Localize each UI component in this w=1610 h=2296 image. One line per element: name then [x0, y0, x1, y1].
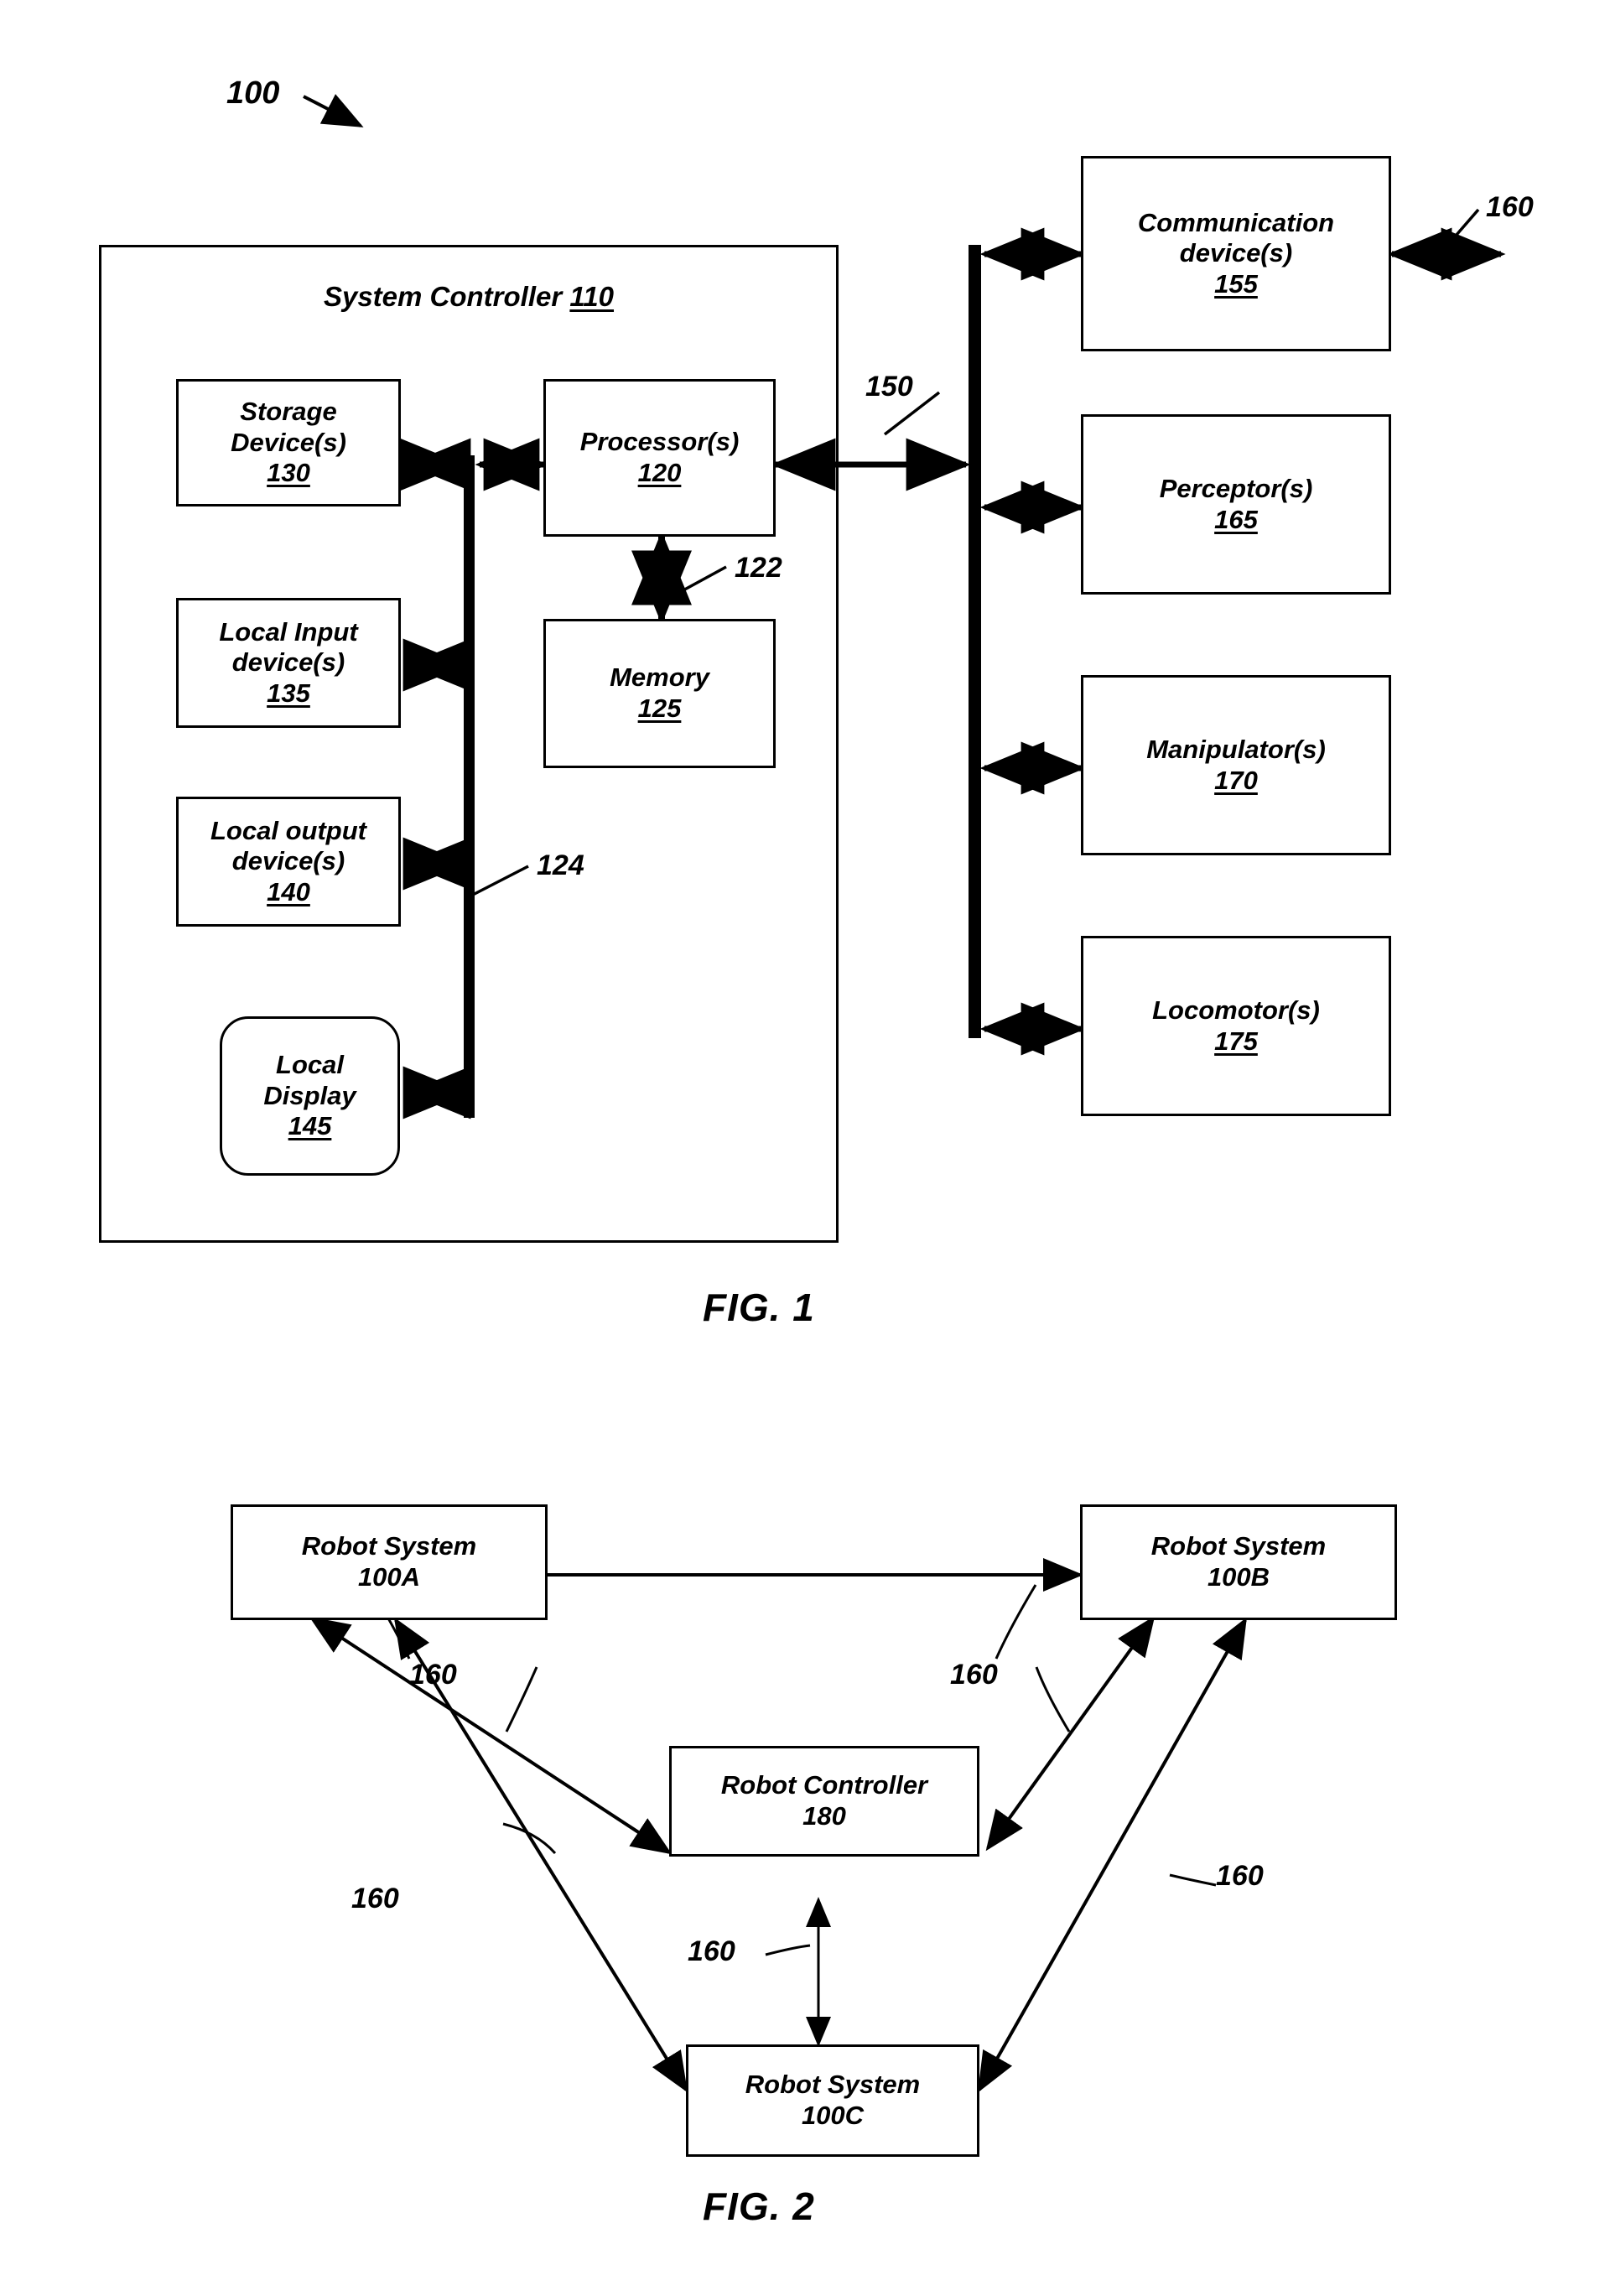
bus-label-122: 122	[735, 552, 782, 584]
arrow-external-link-160	[1387, 208, 1506, 281]
link-label-160-a-c: 160	[351, 1883, 399, 1914]
block-number: 100C	[801, 2101, 865, 2130]
link-b-controller	[985, 1615, 1156, 1852]
block-manipulator[interactable]: Manipulator(s) 170	[1081, 675, 1391, 855]
system-bus-150	[969, 245, 981, 1038]
block-label-line-1: Processor(s)	[579, 427, 740, 457]
block-label-line-1: Local output	[210, 815, 366, 845]
block-label-line-1: Storage	[240, 397, 337, 427]
block-label-line-1: Locomotor(s)	[1152, 995, 1320, 1025]
block-number: 140	[267, 876, 310, 906]
block-robot-system-c[interactable]: Robot System 100C	[686, 2044, 979, 2157]
block-label-line-1: Perceptor(s)	[1159, 473, 1313, 503]
block-robot-controller[interactable]: Robot Controller 180	[669, 1746, 979, 1857]
block-memory[interactable]: Memory 125	[543, 619, 776, 768]
block-number: 175	[1214, 1026, 1258, 1056]
block-label-line-2: device(s)	[231, 647, 345, 678]
block-label-line-1: Robot Controller	[720, 1770, 928, 1800]
block-label-line-1: Local Input	[219, 616, 358, 647]
block-label-line-1: Local	[276, 1050, 344, 1080]
block-number: 145	[288, 1111, 332, 1141]
block-label-line-2: device(s)	[231, 846, 345, 876]
block-number: 125	[637, 693, 682, 723]
block-label-line-1: Robot System	[745, 2070, 921, 2100]
block-number: 170	[1214, 765, 1258, 795]
block-local-input-device[interactable]: Local Input device(s) 135	[176, 598, 401, 728]
block-label-line-2: Device(s)	[231, 427, 346, 457]
figure-2-caption: FIG. 2	[703, 2184, 815, 2228]
link-label-160-ab-left: 160	[409, 1659, 457, 1691]
block-processor[interactable]: Processor(s) 120	[543, 379, 776, 537]
block-number: 100A	[357, 1562, 421, 1592]
block-communication-device[interactable]: Communication device(s) 155	[1081, 156, 1391, 351]
link-controller-c	[765, 1897, 831, 2047]
block-number: 180	[802, 1801, 846, 1831]
link-label-160-ab-right: 160	[950, 1659, 998, 1691]
block-storage-device[interactable]: Storage Device(s) 130	[176, 379, 401, 506]
block-robot-system-a[interactable]: Robot System 100A	[231, 1504, 548, 1620]
system-controller-number: 110	[569, 281, 615, 312]
external-link-label-160: 160	[1486, 191, 1534, 223]
block-label-line-2: device(s)	[1179, 238, 1293, 268]
block-number: 165	[1214, 504, 1258, 534]
system-controller-label: System Controller	[323, 281, 563, 312]
block-number: 155	[1214, 268, 1258, 299]
block-label-line-1: Memory	[610, 662, 709, 693]
link-b-c	[978, 1617, 1247, 2093]
block-local-display[interactable]: Local Display 145	[220, 1016, 400, 1176]
bus-label-124: 124	[537, 849, 584, 881]
block-locomotor[interactable]: Locomotor(s) 175	[1081, 936, 1391, 1116]
leader-100	[303, 94, 364, 127]
block-number: 120	[637, 458, 682, 487]
figure-1-caption: FIG. 1	[703, 1286, 815, 1329]
block-robot-system-b[interactable]: Robot System 100B	[1080, 1504, 1397, 1620]
block-number: 130	[267, 458, 310, 488]
block-label-line-1: Manipulator(s)	[1146, 734, 1326, 764]
link-a-controller	[309, 1616, 673, 1855]
block-number: 135	[267, 678, 310, 708]
block-label-line-1: Communication	[1137, 207, 1335, 237]
block-perceptor[interactable]: Perceptor(s) 165	[1081, 414, 1391, 595]
block-number: 100B	[1207, 1562, 1270, 1592]
patent-figure-sheet: System Controller 110 100 Storage Device…	[0, 0, 1610, 2296]
bus-label-150: 150	[865, 371, 913, 403]
block-local-output-device[interactable]: Local output device(s) 140	[176, 797, 401, 927]
reference-tag-100: 100	[226, 75, 280, 111]
link-label-160-b-c: 160	[1216, 1860, 1264, 1892]
block-label-line-1: Robot System	[301, 1531, 477, 1561]
system-controller-title: System Controller 110	[99, 279, 839, 314]
block-label-line-1: Robot System	[1150, 1531, 1327, 1561]
link-label-160-controller-c: 160	[688, 1935, 735, 1967]
block-label-line-2: Display	[263, 1080, 356, 1110]
